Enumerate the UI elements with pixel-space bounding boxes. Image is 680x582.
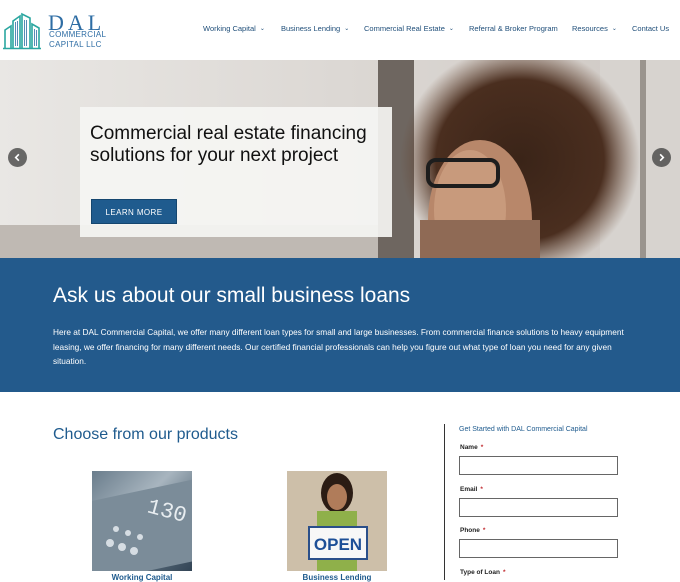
nav-item-working-capital[interactable]: Working Capital ⌄ <box>203 24 265 33</box>
nav-item-commercial-real-estate[interactable]: Commercial Real Estate ⌄ <box>364 24 454 33</box>
small-business-loans-banner: Ask us about our small business loans He… <box>0 258 680 392</box>
product-label-working-capital[interactable]: Working Capital <box>92 573 192 582</box>
form-heading: Get Started with DAL Commercial Capital <box>459 426 588 433</box>
required-indicator: * <box>482 527 486 534</box>
product-image-working-capital[interactable]: 130 <box>92 471 192 571</box>
field-label-text: Phone <box>460 527 480 534</box>
chevron-down-icon: ⌄ <box>259 26 265 32</box>
nav-item-referral-broker-program[interactable]: Referral & Broker Program <box>469 24 558 33</box>
product-label-business-lending[interactable]: Business Lending <box>287 573 387 582</box>
chevron-left-icon <box>14 153 20 162</box>
required-indicator: * <box>480 486 483 493</box>
nav-item-business-lending[interactable]: Business Lending ⌄ <box>281 24 349 33</box>
chevron-down-icon: ⌄ <box>344 26 350 32</box>
open-sign-text: OPEN <box>314 535 362 554</box>
nav-item-label: Resources <box>572 24 608 33</box>
product-image-business-lending[interactable]: OPEN <box>287 471 387 571</box>
email-input[interactable] <box>459 498 618 517</box>
products-heading: Choose from our products <box>53 426 238 443</box>
email-field-label: Email * <box>460 486 483 493</box>
nav-item-label: Business Lending <box>281 24 341 33</box>
chevron-down-icon: ⌄ <box>611 26 617 32</box>
nav-item-resources[interactable]: Resources ⌄ <box>572 24 617 33</box>
nav-item-label: Commercial Real Estate <box>364 24 445 33</box>
phone-input[interactable] <box>459 539 618 558</box>
nav-item-label: Contact Us <box>632 24 670 33</box>
main-navigation: Working Capital ⌄ Business Lending ⌄ Comme… <box>0 24 680 36</box>
phone-field-label: Phone * <box>460 527 485 534</box>
open-sign-image: OPEN <box>287 471 387 571</box>
logo-subtitle-line-2: CAPITAL LLC <box>49 40 102 49</box>
field-label-text: Name <box>460 444 478 451</box>
credit-card-image: 130 <box>92 477 192 571</box>
banner-title: Ask us about our small business loans <box>53 284 411 307</box>
hero-card: Commercial real estate financing solutio… <box>80 107 392 237</box>
loan-type-field-label: Type of Loan * <box>460 569 506 576</box>
nav-item-contact-us[interactable]: Contact Us <box>632 24 669 33</box>
chevron-down-icon: ⌄ <box>448 26 454 32</box>
hero-carousel: Commercial real estate financing solutio… <box>0 60 680 258</box>
banner-description: Here at DAL Commercial Capital, we offer… <box>53 327 624 366</box>
site-header: DAL COMMERCIAL CAPITAL LLC Working Capit… <box>0 0 680 60</box>
required-indicator: * <box>502 569 506 576</box>
required-indicator: * <box>480 444 484 451</box>
chevron-right-icon <box>659 153 665 162</box>
carousel-prev-button[interactable] <box>8 148 27 167</box>
nav-item-label: Referral & Broker Program <box>469 24 558 33</box>
field-label-text: Type of Loan <box>460 569 500 576</box>
name-input[interactable] <box>459 456 618 475</box>
hero-title: Commercial real estate financing solutio… <box>90 123 367 166</box>
form-divider <box>444 424 445 580</box>
carousel-next-button[interactable] <box>652 148 671 167</box>
learn-more-button[interactable]: LEARN MORE <box>91 199 177 224</box>
field-label-text: Email <box>460 486 478 493</box>
nav-item-label: Working Capital <box>203 24 256 33</box>
name-field-label: Name * <box>460 444 483 451</box>
